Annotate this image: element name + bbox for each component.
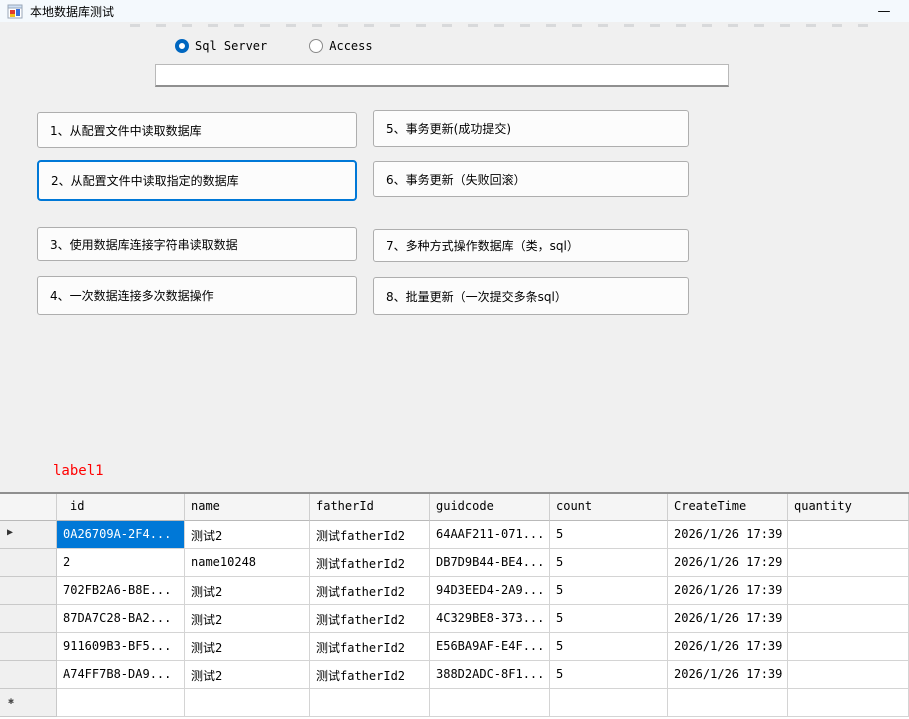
grid-cell[interactable]: 2	[57, 549, 185, 577]
row-selector[interactable]: ✱	[0, 689, 57, 717]
grid-cell[interactable]: 测试2	[185, 605, 310, 633]
table-row: A74FF7B8-DA9... 测试2 测试fatherId2 388D2ADC…	[0, 661, 909, 689]
app-icon	[7, 4, 23, 19]
grid-cell[interactable]: 2026/1/26 17:39	[668, 661, 788, 689]
grid-cell[interactable]: 702FB2A6-B8E...	[57, 577, 185, 605]
grid-cell[interactable]: 2026/1/26 17:39	[668, 633, 788, 661]
grid-cell[interactable]	[788, 521, 909, 549]
grid-cell[interactable]: 测试2	[185, 577, 310, 605]
background-artifact	[130, 24, 870, 27]
table-row: 87DA7C28-BA2... 测试2 测试fatherId2 4C329BE8…	[0, 605, 909, 633]
row-selector[interactable]	[0, 549, 57, 577]
button-transaction-rollback[interactable]: 6、事务更新（失败回滚）	[373, 161, 689, 197]
window-titlebar: 本地数据库测试	[0, 0, 909, 22]
table-row: ▶ 0A26709A-2F4... 测试2 测试fatherId2 64AAF2…	[0, 521, 909, 549]
grid-header-row: id name fatherId guidcode count CreateTi…	[0, 494, 909, 521]
grid-cell[interactable]: 2026/1/26 17:39	[668, 521, 788, 549]
grid-cell[interactable]: 5	[550, 633, 668, 661]
grid-cell[interactable]: 测试fatherId2	[310, 577, 430, 605]
grid-cell[interactable]: 87DA7C28-BA2...	[57, 605, 185, 633]
grid-cell[interactable]: 测试fatherId2	[310, 661, 430, 689]
connection-string-input[interactable]	[155, 64, 729, 87]
button-read-via-connection-string[interactable]: 3、使用数据库连接字符串读取数据	[37, 227, 357, 261]
row-selector[interactable]	[0, 633, 57, 661]
grid-cell[interactable]: 2026/1/26 17:39	[668, 577, 788, 605]
grid-cell[interactable]	[788, 661, 909, 689]
grid-cell[interactable]	[788, 577, 909, 605]
grid-cell[interactable]	[185, 689, 310, 717]
radio-access-label: Access	[329, 39, 373, 53]
row-selector[interactable]	[0, 605, 57, 633]
grid-cell[interactable]: 94D3EED4-2A9...	[430, 577, 550, 605]
grid-cell[interactable]	[57, 689, 185, 717]
grid-cell[interactable]: 388D2ADC-8F1...	[430, 661, 550, 689]
grid-corner-header[interactable]	[0, 494, 57, 521]
grid-cell[interactable]: 测试fatherId2	[310, 521, 430, 549]
column-header-quantity[interactable]: quantity	[788, 494, 909, 521]
db-type-radio-group: Sql Server Access	[175, 38, 415, 54]
table-row: 911609B3-BF5... 测试2 测试fatherId2 E56BA9AF…	[0, 633, 909, 661]
column-header-id[interactable]: id	[57, 494, 185, 521]
column-header-fatherid[interactable]: fatherId	[310, 494, 430, 521]
row-selector[interactable]: ▶	[0, 521, 57, 549]
grid-cell[interactable]	[788, 549, 909, 577]
grid-cell[interactable]: 5	[550, 577, 668, 605]
column-header-guidcode[interactable]: guidcode	[430, 494, 550, 521]
grid-cell[interactable]: 2026/1/26 17:39	[668, 605, 788, 633]
grid-cell[interactable]: 测试2	[185, 521, 310, 549]
grid-cell[interactable]: 测试2	[185, 661, 310, 689]
grid-cell[interactable]	[668, 689, 788, 717]
button-multi-ops-one-connection[interactable]: 4、一次数据连接多次数据操作	[37, 276, 357, 315]
grid-cell[interactable]	[788, 689, 909, 717]
grid-cell[interactable]	[788, 605, 909, 633]
column-header-name[interactable]: name	[185, 494, 310, 521]
button-multi-method-ops[interactable]: 7、多种方式操作数据库（类，sql）	[373, 229, 689, 262]
grid-cell[interactable]	[550, 689, 668, 717]
grid-cell[interactable]: 测试fatherId2	[310, 633, 430, 661]
grid-cell[interactable]: 5	[550, 605, 668, 633]
column-header-createtime[interactable]: CreateTime	[668, 494, 788, 521]
grid-cell[interactable]: 2026/1/26 17:29	[668, 549, 788, 577]
button-read-config-db[interactable]: 1、从配置文件中读取数据库	[37, 112, 357, 148]
button-transaction-commit[interactable]: 5、事务更新(成功提交)	[373, 110, 689, 147]
column-header-count[interactable]: count	[550, 494, 668, 521]
table-row-new: ✱	[0, 689, 909, 717]
radio-unselected-icon	[309, 39, 324, 53]
table-row: 2 name10248 测试fatherId2 DB7D9B44-BE4... …	[0, 549, 909, 577]
radio-sql-server-label: Sql Server	[195, 39, 268, 53]
grid-cell[interactable]: 911609B3-BF5...	[57, 633, 185, 661]
grid-cell[interactable]: 5	[550, 549, 668, 577]
grid-cell[interactable]: 测试2	[185, 633, 310, 661]
grid-cell[interactable]: 5	[550, 661, 668, 689]
grid-cell[interactable]: DB7D9B44-BE4...	[430, 549, 550, 577]
grid-cell[interactable]	[430, 689, 550, 717]
row-selector[interactable]	[0, 577, 57, 605]
grid-cell[interactable]: 5	[550, 521, 668, 549]
data-grid: id name fatherId guidcode count CreateTi…	[0, 492, 909, 719]
grid-cell[interactable]: A74FF7B8-DA9...	[57, 661, 185, 689]
button-batch-update[interactable]: 8、批量更新（一次提交多条sql）	[373, 277, 689, 315]
grid-cell[interactable]: E56BA9AF-E4F...	[430, 633, 550, 661]
table-row: 702FB2A6-B8E... 测试2 测试fatherId2 94D3EED4…	[0, 577, 909, 605]
current-row-arrow-icon: ▶	[7, 527, 14, 538]
label1-text: label1	[53, 463, 104, 479]
button-read-specified-config-db[interactable]: 2、从配置文件中读取指定的数据库	[37, 160, 357, 201]
grid-cell[interactable]	[788, 633, 909, 661]
radio-selected-icon	[175, 39, 189, 53]
new-row-asterisk-icon: ✱	[8, 696, 15, 707]
radio-access[interactable]: Access	[309, 39, 373, 53]
row-selector[interactable]	[0, 661, 57, 689]
grid-cell[interactable]	[310, 689, 430, 717]
minimize-button[interactable]: —	[867, 0, 901, 22]
grid-cell[interactable]: 4C329BE8-373...	[430, 605, 550, 633]
grid-cell[interactable]: 测试fatherId2	[310, 549, 430, 577]
grid-cell[interactable]: 64AAF211-071...	[430, 521, 550, 549]
radio-sql-server[interactable]: Sql Server	[175, 39, 267, 53]
grid-cell[interactable]: name10248	[185, 549, 310, 577]
grid-cell-selected[interactable]: 0A26709A-2F4...	[57, 521, 185, 549]
window-title: 本地数据库测试	[30, 4, 115, 19]
grid-cell[interactable]: 测试fatherId2	[310, 605, 430, 633]
